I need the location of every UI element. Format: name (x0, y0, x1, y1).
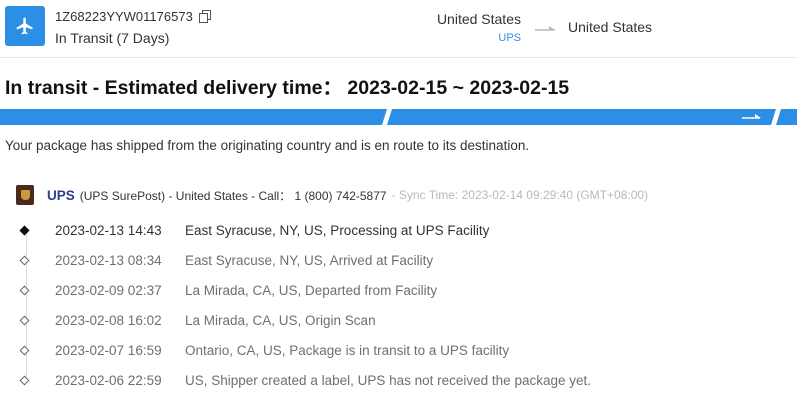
event-description: East Syracuse, NY, US, Arrived at Facili… (185, 252, 434, 268)
event-description: La Mirada, CA, US, Departed from Facilit… (185, 282, 438, 298)
ups-logo-icon (16, 185, 34, 205)
event-time: 2023-02-08 16:02 (55, 312, 162, 328)
timeline-dot-icon (19, 315, 30, 325)
progress-segment-2 (387, 109, 776, 125)
origin-country: United States (436, 11, 521, 27)
shipment-header: 1Z68223YYW01176573 In Transit (7 Days) U… (0, 0, 797, 58)
transit-progress-bar (0, 109, 797, 125)
timeline-dot-icon (19, 345, 30, 355)
progress-segment-1 (0, 109, 387, 125)
timeline-dot-active-icon (19, 225, 30, 235)
event-time: 2023-02-07 16:59 (55, 342, 162, 358)
timeline-dot-icon (19, 375, 30, 385)
progress-segment-3 (776, 109, 797, 125)
event-time: 2023-02-06 22:59 (55, 372, 162, 388)
timeline-line (26, 230, 27, 380)
timeline-dot-icon (19, 255, 30, 265)
event-description: La Mirada, CA, US, Origin Scan (185, 312, 376, 328)
tracking-number-row: 1Z68223YYW01176573 (55, 9, 211, 24)
event-time: 2023-02-13 14:43 (55, 222, 162, 238)
event-description: Ontario, CA, US, Package is in transit t… (185, 342, 510, 358)
carrier-detail: (UPS SurePost) - United States - Call： 1… (79, 188, 387, 203)
destination-country: United States (568, 19, 653, 35)
timeline-dot-icon (19, 285, 30, 295)
event-time: 2023-02-09 02:37 (55, 282, 162, 298)
event-description: US, Shipper created a label, UPS has not… (185, 372, 591, 388)
airplane-icon (5, 6, 45, 46)
route-arrow-icon (535, 21, 557, 39)
event-description: East Syracuse, NY, US, Processing at UPS… (185, 222, 490, 238)
delivery-estimate-title: In transit - Estimated delivery time： 20… (5, 77, 570, 99)
carrier-name[interactable]: UPS (47, 188, 75, 203)
sync-time: - Sync Time: 2023-02-14 09:29:40 (GMT+08… (391, 188, 649, 202)
copy-icon[interactable] (198, 10, 211, 23)
carrier-link[interactable]: UPS (420, 32, 521, 44)
event-time: 2023-02-13 08:34 (55, 252, 162, 268)
status-message: Your package has shipped from the origin… (5, 138, 530, 153)
carrier-info: UPS (UPS SurePost) - United States - Cal… (16, 185, 648, 205)
transit-status: In Transit (7 Days) (55, 30, 170, 46)
tracking-number: 1Z68223YYW01176573 (55, 9, 193, 24)
